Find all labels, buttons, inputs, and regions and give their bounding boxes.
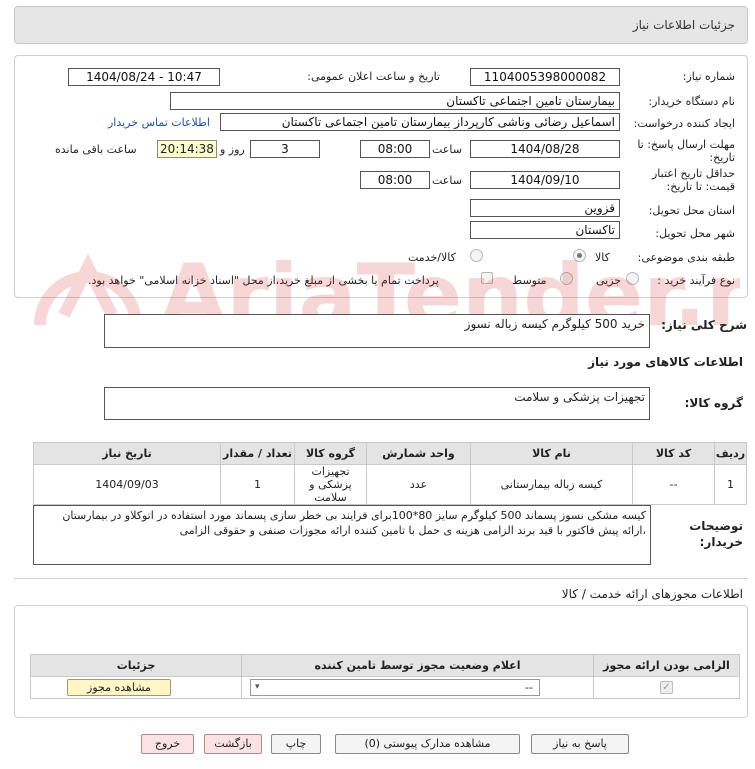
cell-code: -- bbox=[632, 464, 715, 505]
permits-table-header: الزامی بودن ارائه مجوز اعلام وضعیت مجوز … bbox=[30, 654, 740, 677]
category-radio-goods[interactable] bbox=[573, 249, 586, 262]
treasury-note: پرداخت تمام یا بخشی از مبلغ خرید،از محل … bbox=[88, 274, 439, 287]
creator-label: ایجاد کننده درخواست: bbox=[633, 117, 735, 130]
col-qty: تعداد / مقدار bbox=[220, 442, 295, 465]
deadline-time-field: 08:00 bbox=[360, 140, 430, 158]
purchase-type-label: نوع فرآیند خرید : bbox=[657, 274, 735, 287]
category-label: طبقه بندی موضوعی: bbox=[637, 251, 735, 264]
goods-group-field: تجهیزات پزشکی و سلامت bbox=[104, 387, 650, 420]
reply-button[interactable]: پاسخ به نیاز bbox=[531, 734, 629, 754]
back-button[interactable]: بازگشت bbox=[204, 734, 262, 754]
col-code: کد کالا bbox=[632, 442, 715, 465]
buyer-contact-link[interactable]: اطلاعات تماس خریدار bbox=[108, 116, 210, 129]
cell-permit-status: -- ▾ bbox=[241, 676, 594, 699]
cell-unit: عدد bbox=[366, 464, 471, 505]
validity-time-field: 08:00 bbox=[360, 171, 430, 189]
cell-name: کیسه زباله بیمارستانی bbox=[470, 464, 633, 505]
category-option-goods: کالا bbox=[595, 251, 610, 264]
buyer-org-label: نام دستگاه خریدار: bbox=[648, 95, 735, 108]
cell-row: 1 bbox=[714, 464, 747, 505]
summary-field: خرید 500 کیلوگرم کیسه زباله نسوز bbox=[104, 314, 650, 348]
permits-section-title: اطلاعات مجوزهای ارائه خدمت / کالا bbox=[561, 587, 743, 601]
cell-group: تجهیزات پزشکی و سلامت bbox=[294, 464, 367, 505]
page-title-bar: جزئیات اطلاعات نیاز bbox=[14, 6, 748, 44]
buyer-org-field: بیمارستان تامین اجتماعی تاکستان bbox=[170, 92, 620, 110]
city-label: شهر محل تحویل: bbox=[655, 227, 735, 240]
purchase-option-medium: متوسط bbox=[512, 274, 547, 287]
cell-need-date: 1404/09/03 bbox=[33, 464, 221, 505]
creator-field: اسماعیل رضائی وناشی کارپرداز بیمارستان ت… bbox=[220, 113, 620, 131]
permit-required-check-icon: ✓ bbox=[660, 681, 673, 694]
category-radio-goods-service[interactable] bbox=[470, 249, 483, 262]
col-group: گروه کالا bbox=[294, 442, 367, 465]
remaining-label: ساعت باقی مانده bbox=[55, 143, 137, 156]
province-field: قزوین bbox=[470, 199, 620, 217]
chevron-down-icon: ▾ bbox=[255, 682, 260, 692]
validity-time-word: ساعت bbox=[432, 174, 462, 187]
goods-table-header: ردیف کد کالا نام کالا واحد شمارش گروه کا… bbox=[33, 442, 747, 465]
col-unit: واحد شمارش bbox=[366, 442, 471, 465]
buyer-notes-label: توضیحات خریدار: bbox=[689, 519, 743, 549]
remaining-timer: 20:14:38 bbox=[157, 140, 217, 158]
divider bbox=[14, 578, 748, 579]
print-button[interactable]: چاپ bbox=[271, 734, 321, 754]
treasury-checkbox[interactable] bbox=[481, 272, 493, 284]
permits-table: الزامی بودن ارائه مجوز اعلام وضعیت مجوز … bbox=[30, 654, 740, 699]
goods-section-title: اطلاعات کالاهای مورد نیاز bbox=[588, 355, 743, 369]
summary-label: شرح کلی نیاز: bbox=[661, 318, 747, 332]
city-field: تاکستان bbox=[470, 221, 620, 239]
exit-button[interactable]: خروج bbox=[141, 734, 194, 754]
cell-qty: 1 bbox=[220, 464, 295, 505]
days-count-field: 3 bbox=[250, 140, 320, 158]
goods-group-label: گروه کالا: bbox=[684, 396, 743, 410]
buyer-notes-field: کیسه مشکی نسوز پسماند 500 کیلوگرم سایز 8… bbox=[33, 505, 651, 565]
cell-permit-details: مشاهده مجوز bbox=[30, 676, 242, 699]
col-permit-required: الزامی بودن ارائه مجوز bbox=[593, 654, 740, 677]
col-row: ردیف bbox=[714, 442, 747, 465]
need-number-field: 1104005398000082 bbox=[470, 68, 620, 86]
col-permit-status: اعلام وضعیت مجوز توسط تامین کننده bbox=[241, 654, 594, 677]
col-name: نام کالا bbox=[470, 442, 633, 465]
table-row: ✓ -- ▾ مشاهده مجوز bbox=[30, 676, 740, 699]
cell-permit-required: ✓ bbox=[593, 676, 740, 699]
need-number-label: شماره نیاز: bbox=[682, 70, 735, 83]
view-attachments-button[interactable]: مشاهده مدارک پیوستی (0) bbox=[335, 734, 520, 754]
permit-status-select[interactable]: -- ▾ bbox=[250, 679, 540, 696]
purchase-radio-medium[interactable] bbox=[560, 272, 573, 285]
deadline-label: مهلت ارسال پاسخ: تا تاریخ: bbox=[637, 138, 735, 164]
col-permit-details: جزئیات bbox=[30, 654, 242, 677]
category-option-goods-service: کالا/خدمت bbox=[408, 251, 456, 264]
deadline-time-word: ساعت bbox=[432, 143, 462, 156]
validity-date-field: 1404/09/10 bbox=[470, 171, 620, 189]
announce-label: تاریخ و ساعت اعلان عمومی: bbox=[307, 70, 440, 83]
page-title: جزئیات اطلاعات نیاز bbox=[632, 18, 735, 32]
goods-table: ردیف کد کالا نام کالا واحد شمارش گروه کا… bbox=[33, 442, 747, 505]
province-label: استان محل تحویل: bbox=[648, 204, 735, 217]
col-need-date: تاریخ نیاز bbox=[33, 442, 221, 465]
table-row: 1 -- کیسه زباله بیمارستانی عدد تجهیزات پ… bbox=[33, 464, 747, 505]
view-permit-button[interactable]: مشاهده مجوز bbox=[67, 679, 171, 696]
purchase-option-minor: جزیی bbox=[596, 274, 622, 287]
announce-field: 1404/08/24 - 10:47 bbox=[68, 68, 220, 86]
deadline-date-field: 1404/08/28 bbox=[470, 140, 620, 158]
days-word: روز و bbox=[220, 143, 245, 156]
permit-status-value: -- bbox=[525, 681, 533, 694]
validity-label: حداقل تاریخ اعتبار قیمت: تا تاریخ: bbox=[651, 167, 735, 193]
purchase-radio-minor[interactable] bbox=[626, 272, 639, 285]
